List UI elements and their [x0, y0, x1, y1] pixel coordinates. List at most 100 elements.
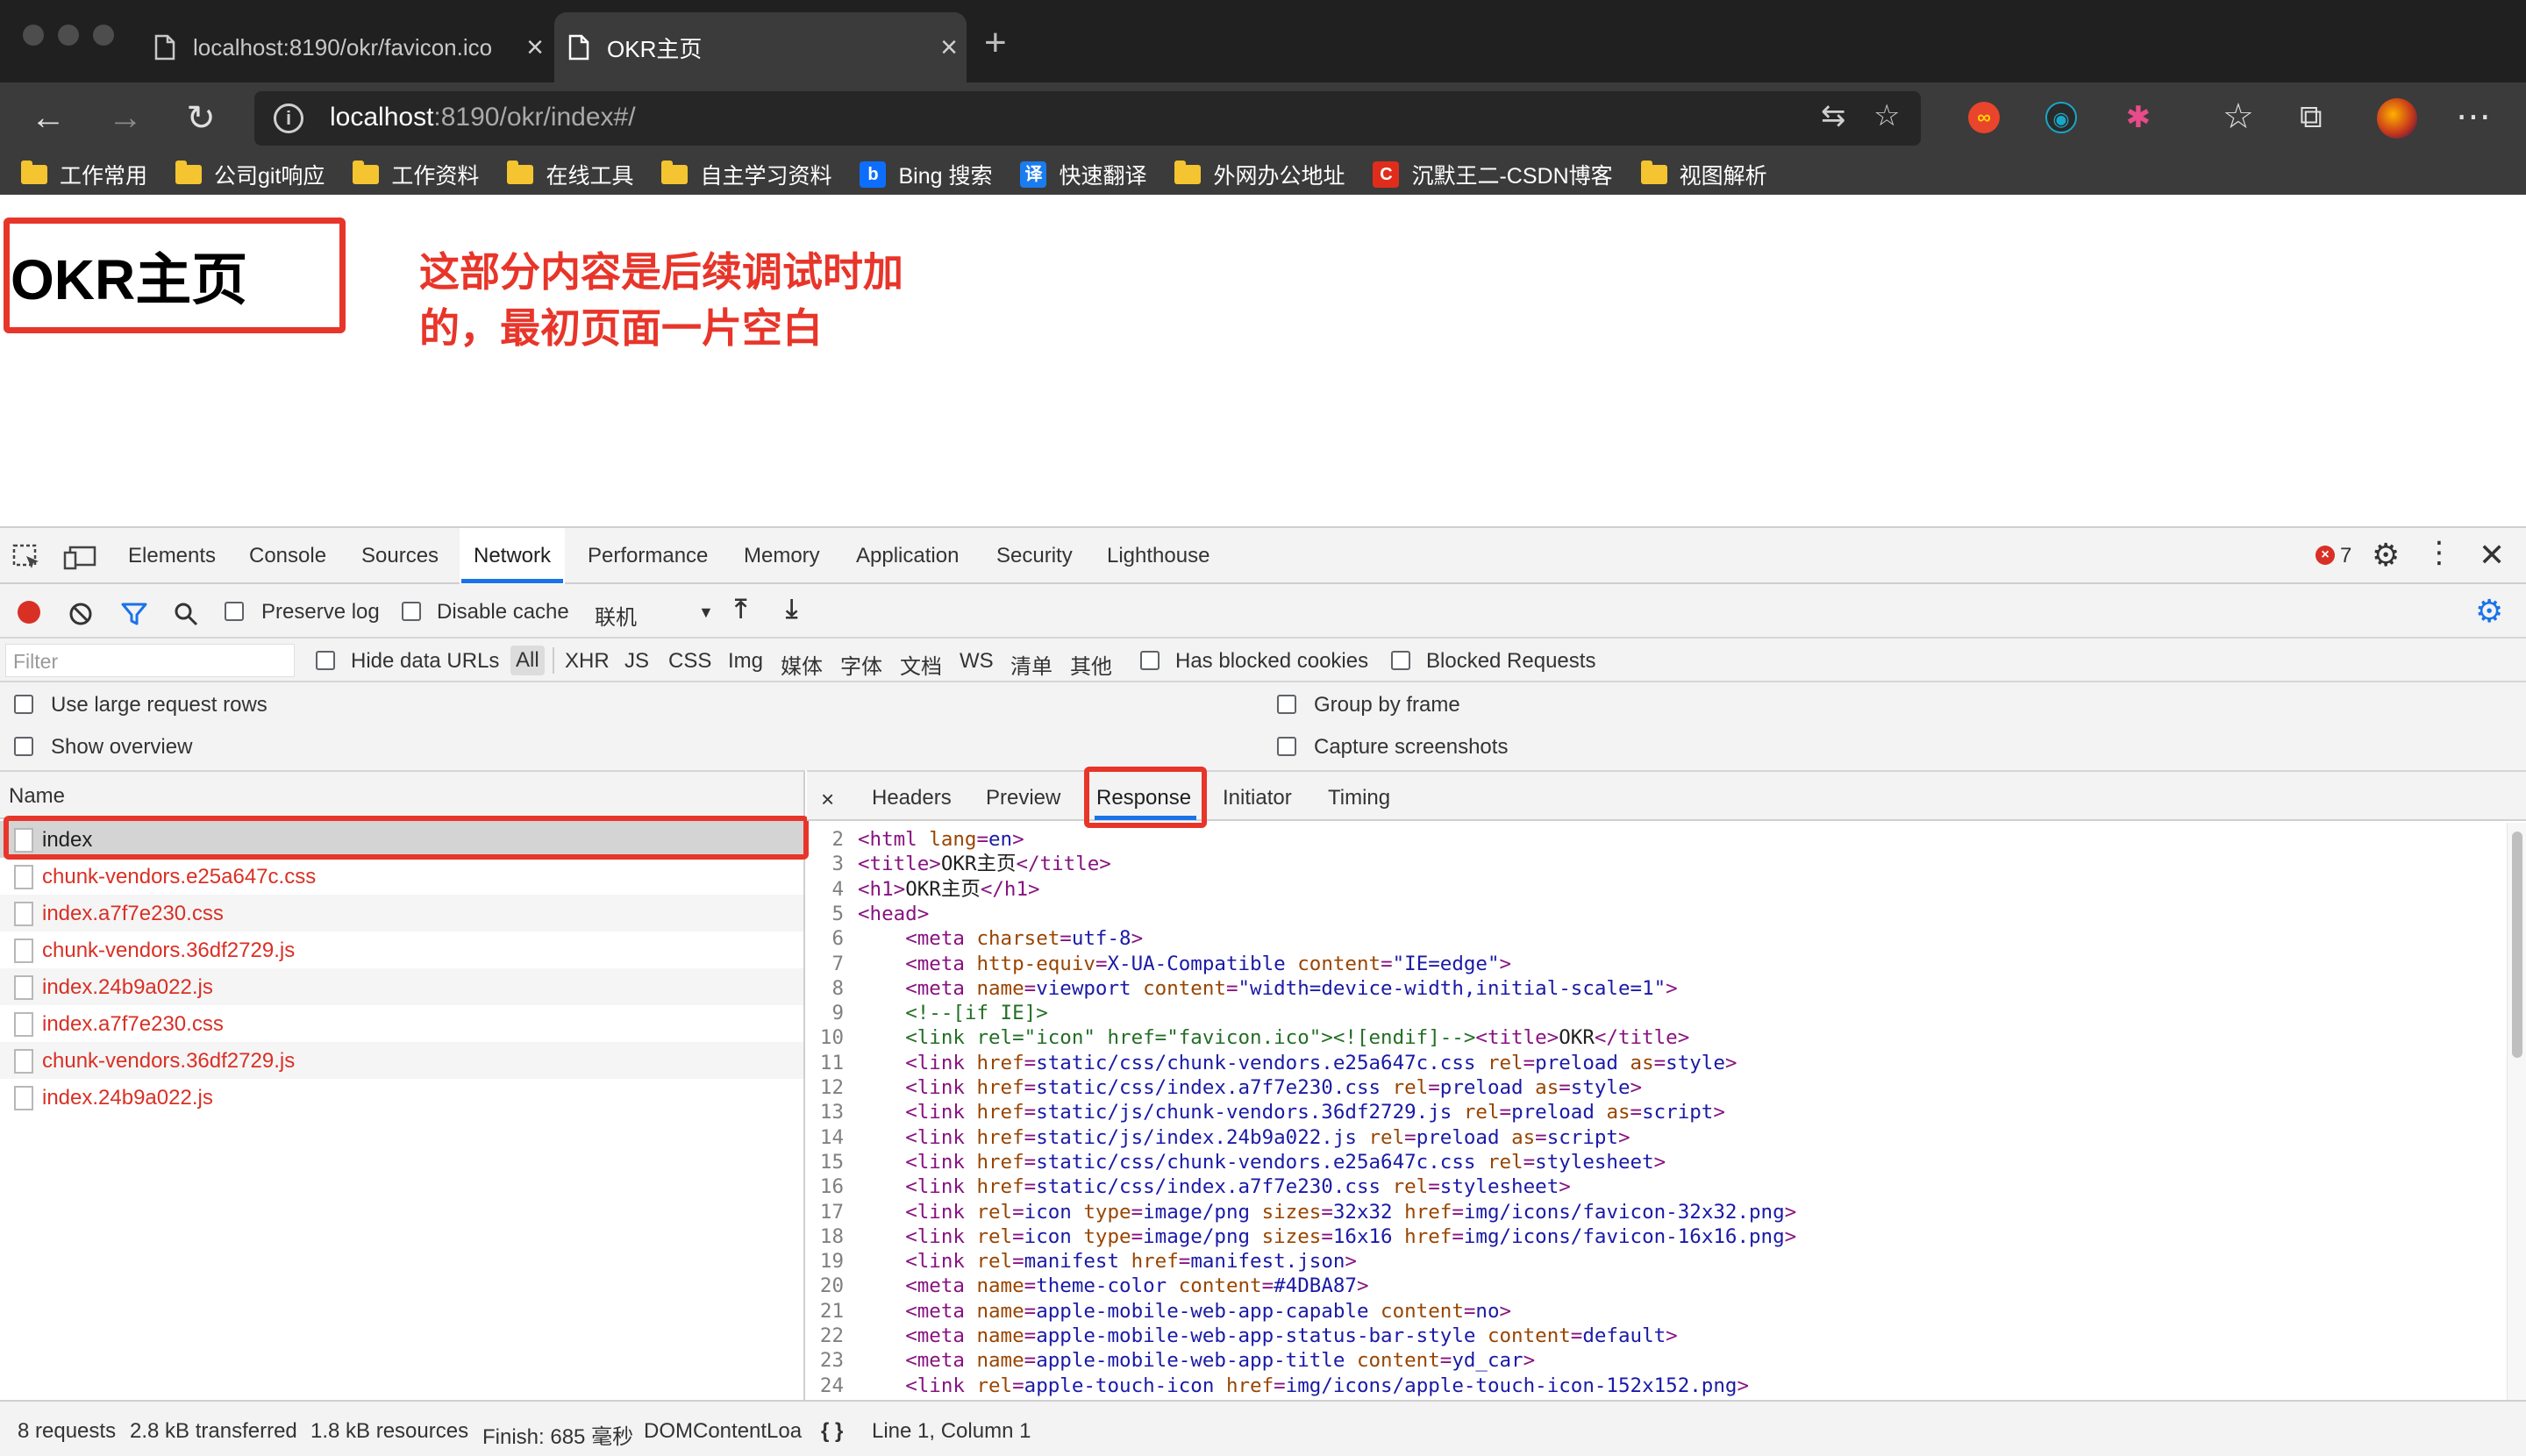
tab-sources[interactable]: Sources: [361, 544, 439, 568]
favorites-list-icon[interactable]: ☆: [2223, 96, 2254, 137]
preserve-log-checkbox[interactable]: [225, 602, 244, 621]
source-token: <link: [905, 1175, 977, 1199]
tab-console[interactable]: Console: [249, 544, 326, 568]
extension-pinwheel-icon[interactable]: ✱: [2123, 102, 2154, 133]
type-filter-all[interactable]: All: [510, 646, 545, 675]
type-filter-media[interactable]: 媒体: [781, 649, 823, 680]
request-row[interactable]: chunk-vendors.36df2729.js: [0, 931, 803, 968]
request-row[interactable]: index.a7f7e230.css: [0, 1005, 803, 1042]
bookmark-item[interactable]: 在线工具: [507, 159, 633, 190]
browser-tab-okr[interactable]: OKR主页 ×: [554, 12, 967, 82]
tab-memory[interactable]: Memory: [744, 544, 820, 568]
tab-elements[interactable]: Elements: [128, 544, 216, 568]
bookmark-item[interactable]: 译快速翻译: [1020, 159, 1146, 190]
bookmark-item[interactable]: b Bing 搜索: [860, 159, 992, 190]
tab-lighthouse[interactable]: Lighthouse: [1107, 544, 1209, 568]
name-column-header[interactable]: Name: [0, 772, 803, 819]
export-har-icon[interactable]: ⤓: [786, 595, 797, 625]
show-overview-checkbox[interactable]: [14, 737, 33, 756]
window-zoom-dot[interactable]: [93, 25, 114, 46]
extension-camera-icon[interactable]: ◉: [2045, 102, 2077, 133]
response-source-viewer[interactable]: 2 <html lang=en> 3 <title>OKR主页</title> 4 <h1…: [807, 823, 2508, 1400]
scrollbar-thumb[interactable]: [2512, 831, 2522, 1058]
bookmark-item[interactable]: C 沉默王二-CSDN博客: [1373, 159, 1613, 190]
settings-gear-icon[interactable]: ⚙: [2372, 537, 2400, 574]
more-options-icon[interactable]: ⋮: [2424, 535, 2454, 570]
request-row[interactable]: chunk-vendors.36df2729.js: [0, 1042, 803, 1079]
type-filter-ws[interactable]: WS: [960, 649, 994, 674]
tab-security[interactable]: Security: [996, 544, 1073, 568]
scrollbar[interactable]: [2507, 823, 2526, 1400]
type-filter-xhr[interactable]: XHR: [565, 649, 610, 674]
browser-tab-favicon[interactable]: localhost:8190/okr/favicon.ico ×: [140, 12, 553, 82]
throttling-select[interactable]: 联机: [595, 600, 637, 631]
more-menu-icon[interactable]: ⋯: [2456, 96, 2491, 137]
bookmark-item[interactable]: 外网办公地址: [1174, 159, 1345, 190]
pretty-print-button[interactable]: { }: [821, 1419, 843, 1444]
profile-avatar[interactable]: [2377, 98, 2417, 139]
window-close-dot[interactable]: [23, 25, 44, 46]
bookmark-item[interactable]: 公司git响应: [175, 159, 325, 190]
address-bar[interactable]: i localhost:8190/okr/index#/ ⇆ ☆: [254, 91, 1921, 146]
detail-tab-initiator[interactable]: Initiator: [1223, 786, 1292, 810]
tab-close-icon[interactable]: ×: [517, 31, 553, 65]
favorite-star-icon[interactable]: ☆: [1873, 98, 1900, 133]
filter-input[interactable]: Filter: [5, 644, 295, 677]
bookmark-item[interactable]: 自主学习资料: [661, 159, 831, 190]
detail-tab-headers[interactable]: Headers: [872, 786, 952, 810]
collections-icon[interactable]: ⧉: [2300, 98, 2323, 136]
filter-icon[interactable]: [121, 602, 147, 626]
clear-icon[interactable]: [68, 602, 93, 626]
search-icon[interactable]: [174, 602, 198, 626]
close-devtools-icon[interactable]: ✕: [2479, 537, 2505, 574]
source-token: rel: [976, 1374, 1013, 1397]
blocked-cookies-checkbox[interactable]: [1140, 651, 1160, 670]
detail-tab-preview[interactable]: Preview: [986, 786, 1060, 810]
tab-close-icon[interactable]: ×: [931, 31, 967, 65]
request-row[interactable]: chunk-vendors.e25a647c.css: [0, 858, 803, 895]
new-tab-icon[interactable]: +: [984, 21, 1007, 65]
error-count[interactable]: 7: [2340, 544, 2351, 568]
bookmark-item[interactable]: 工作常用: [21, 159, 147, 190]
request-row[interactable]: index.24b9a022.js: [0, 968, 803, 1005]
inspect-element-icon[interactable]: [12, 544, 42, 572]
type-filter-css[interactable]: CSS: [668, 649, 711, 674]
extension-infinity-icon[interactable]: ∞: [1968, 102, 2000, 133]
bookmark-item[interactable]: 工作资料: [353, 159, 479, 190]
site-info-icon[interactable]: i: [274, 103, 303, 133]
close-detail-icon[interactable]: ×: [821, 786, 834, 813]
type-filter-doc[interactable]: 文档: [900, 649, 942, 680]
type-filter-img[interactable]: Img: [728, 649, 763, 674]
hide-data-urls-checkbox[interactable]: [316, 651, 335, 670]
network-settings-gear-icon[interactable]: ⚙: [2475, 593, 2503, 630]
blocked-requests-checkbox[interactable]: [1391, 651, 1410, 670]
request-row[interactable]: index.24b9a022.js: [0, 1079, 803, 1116]
disable-cache-checkbox[interactable]: [402, 602, 421, 621]
tab-performance[interactable]: Performance: [588, 544, 708, 568]
source-token: =: [1452, 1224, 1464, 1248]
tab-application[interactable]: Application: [856, 544, 959, 568]
options-row: Show overview Capture screenshots: [0, 724, 2526, 770]
source-token: [858, 1274, 905, 1297]
large-rows-checkbox[interactable]: [14, 695, 33, 714]
type-filter-js[interactable]: JS: [624, 649, 649, 674]
reload-icon[interactable]: ↻: [179, 98, 223, 139]
tab-network[interactable]: Network: [474, 544, 551, 568]
type-filter-manifest[interactable]: 清单: [1010, 649, 1052, 680]
record-button[interactable]: [18, 601, 40, 624]
device-toolbar-icon[interactable]: [63, 546, 96, 570]
forward-arrow-icon[interactable]: →: [103, 98, 147, 138]
translate-page-icon[interactable]: ⇆: [1821, 98, 1846, 133]
type-filter-font[interactable]: 字体: [840, 649, 882, 680]
error-icon[interactable]: ×: [2316, 546, 2335, 565]
bookmark-item[interactable]: 视图解析: [1640, 159, 1767, 190]
group-by-frame-checkbox[interactable]: [1277, 695, 1296, 714]
import-har-icon[interactable]: ⤒: [735, 595, 746, 625]
request-row[interactable]: index.a7f7e230.css: [0, 895, 803, 931]
window-minimize-dot[interactable]: [58, 25, 79, 46]
detail-tab-timing[interactable]: Timing: [1328, 786, 1390, 810]
capture-screenshots-checkbox[interactable]: [1277, 737, 1296, 756]
type-filter-other[interactable]: 其他: [1070, 649, 1112, 680]
back-arrow-icon[interactable]: ←: [26, 98, 70, 138]
dropdown-caret-icon[interactable]: ▼: [698, 603, 714, 622]
